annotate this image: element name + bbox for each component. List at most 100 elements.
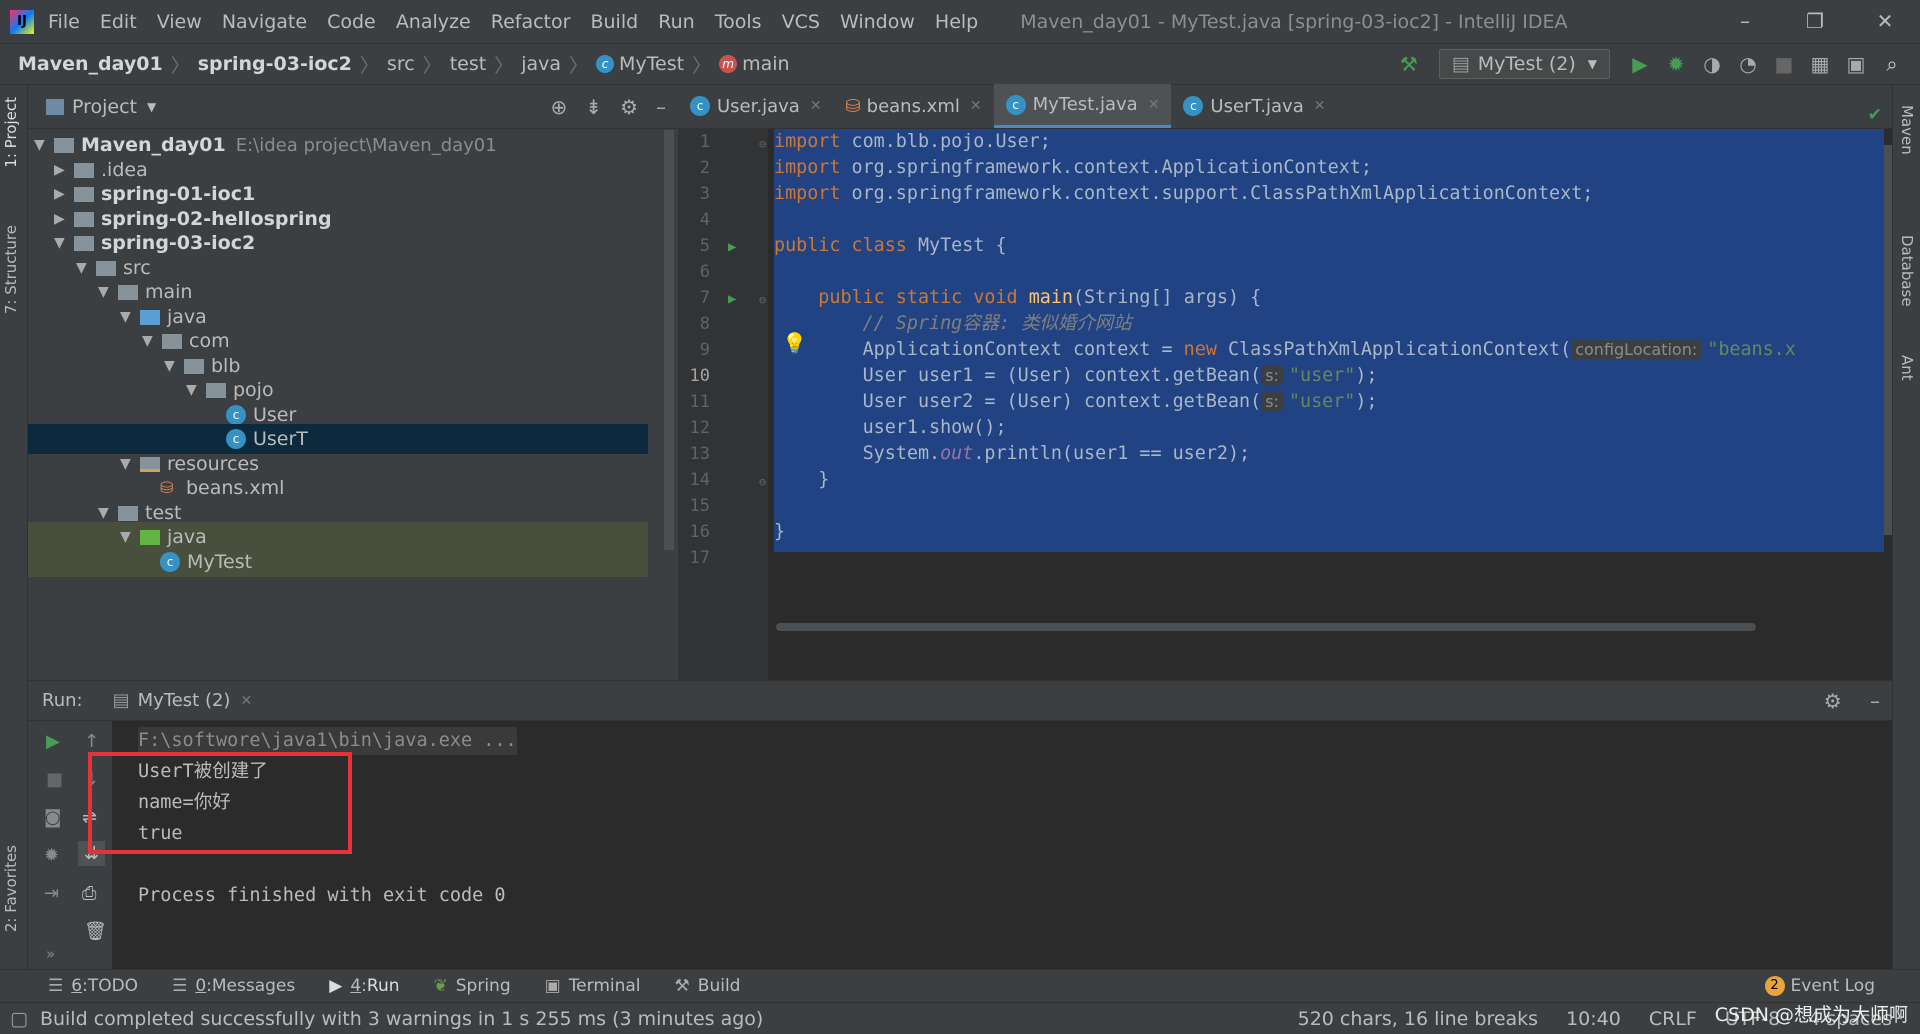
crumb-module[interactable]: spring-03-ioc2 (198, 53, 352, 75)
print-icon[interactable]: ⎙ (82, 883, 96, 904)
minimize-icon[interactable]: – (1710, 0, 1780, 43)
gear-icon[interactable]: ⚙ (620, 95, 638, 119)
menu-help[interactable]: Help (935, 11, 978, 33)
close-tab-icon: ✕ (1147, 96, 1160, 113)
tab-user-java[interactable]: c User.java ✕ (678, 84, 834, 128)
tab-terminal[interactable]: ▣ Terminal (545, 976, 641, 996)
debug-icon[interactable]: ✹ (1661, 52, 1691, 76)
status-chars[interactable]: 520 chars, 16 line breaks (1298, 1008, 1538, 1030)
status-position[interactable]: 10:40 (1566, 1008, 1621, 1030)
sdk-icon[interactable]: ▣ (1841, 52, 1871, 76)
run-config-icon: ▤ (112, 690, 130, 711)
run-icon[interactable]: ▶ (1625, 52, 1655, 76)
tab-favorites[interactable]: 2: Favorites (2, 845, 20, 932)
project-panel-title[interactable]: Project (72, 96, 137, 118)
tab-project[interactable]: 1: Project (2, 97, 20, 168)
menu-navigate[interactable]: Navigate (222, 11, 307, 33)
profile-icon[interactable]: ◔ (1733, 52, 1763, 76)
menu-analyze[interactable]: Analyze (396, 11, 471, 33)
tab-spring[interactable]: ❦ Spring (434, 976, 511, 996)
parameter-hint: s: (1261, 392, 1283, 411)
crumb-method[interactable]: main (742, 53, 789, 75)
close-tab-icon[interactable]: ✕ (240, 693, 252, 709)
menu-vcs[interactable]: VCS (782, 11, 820, 33)
menu-file[interactable]: File (48, 11, 80, 33)
status-line-separator[interactable]: CRLF (1649, 1008, 1697, 1030)
exit-icon[interactable]: ⇥ (44, 883, 59, 904)
terminal-icon: ▣ (544, 976, 561, 996)
run-panel-header: Run: ▤ MyTest (2) ✕ ⚙ – (28, 681, 1892, 721)
collapse-all-icon[interactable]: ⇟ (585, 95, 602, 119)
menu-run[interactable]: Run (658, 11, 694, 33)
highlight-annotation-box (88, 752, 352, 854)
locate-icon[interactable]: ⊕ (551, 95, 568, 119)
debug-icon[interactable]: ✹ (44, 845, 59, 866)
project-scrollbar[interactable] (664, 130, 674, 550)
tab-build[interactable]: ⚒ Build (675, 976, 741, 996)
tab-run[interactable]: ▶ 4: Run (329, 976, 399, 996)
project-panel-header: Project ▼ ⊕ ⇟ ⚙ – (28, 85, 678, 129)
fold-icon[interactable]: ⊖ (759, 475, 766, 489)
run-configuration-select[interactable]: ▤ MyTest (2) ▼ (1438, 49, 1610, 79)
crumb-test[interactable]: test (450, 53, 487, 75)
build-hammer-icon[interactable]: ⚒ (1394, 52, 1424, 76)
parameter-hint: configLocation: (1571, 340, 1702, 359)
status-toggle-icon[interactable]: ▢ (10, 1008, 28, 1030)
rerun-icon[interactable]: ▶ (46, 731, 60, 752)
tab-todo[interactable]: ☰ 6: TODO (48, 976, 138, 996)
tree-item[interactable]: c MyTest (28, 547, 648, 577)
left-tool-strip: 1: Project 7: Structure 2: Favorites (0, 85, 28, 969)
tab-messages[interactable]: ☰ 0: Messages (172, 976, 295, 996)
spring-leaf-icon: ❦ (433, 976, 448, 996)
method-icon: m (719, 55, 738, 73)
menu-edit[interactable]: Edit (100, 11, 137, 33)
restore-icon[interactable]: ❐ (1780, 0, 1850, 43)
chevron-down-icon: ▼ (1587, 57, 1597, 71)
event-log[interactable]: 2 Event Log (1764, 976, 1875, 996)
close-icon[interactable]: ✕ (1850, 0, 1920, 43)
project-structure-icon[interactable]: ▦ (1805, 52, 1835, 76)
close-tab-icon: ✕ (1313, 98, 1326, 114)
trash-icon[interactable]: 🗑 (84, 921, 107, 942)
fold-icon[interactable]: ⊖ (759, 293, 766, 307)
code-area[interactable]: import com.blb.pojo.User; import org.spr… (774, 129, 1892, 680)
camera-icon[interactable]: ◙ (44, 807, 61, 828)
menu-code[interactable]: Code (327, 11, 376, 33)
fold-icon[interactable]: ⊖ (759, 137, 766, 151)
hide-icon[interactable]: – (1870, 689, 1880, 713)
editor-vertical-scrollbar[interactable] (1884, 145, 1892, 535)
tab-mytest-java[interactable]: c MyTest.java ✕ (993, 84, 1172, 128)
menu-window[interactable]: Window (840, 11, 915, 33)
menu-tools[interactable]: Tools (715, 11, 762, 33)
menu-refactor[interactable]: Refactor (491, 11, 571, 33)
hide-icon[interactable]: – (656, 95, 666, 119)
menu-build[interactable]: Build (590, 11, 638, 33)
search-icon[interactable]: ⌕ (1877, 52, 1907, 76)
crumb-project[interactable]: Maven_day01 (18, 53, 163, 75)
right-tool-strip: Maven Database Ant (1892, 85, 1920, 969)
tab-maven[interactable]: Maven (1898, 105, 1916, 155)
tab-beans-xml[interactable]: ⛁ beans.xml ✕ (834, 84, 994, 128)
breadcrumb: Maven_day01 〉 spring-03-ioc2 〉 src 〉 test 〉 … (18, 53, 790, 77)
run-gutter-icon[interactable]: ▶ (728, 291, 736, 307)
crumb-src[interactable]: src (387, 53, 415, 75)
tab-ant[interactable]: Ant (1898, 355, 1916, 381)
editor-horizontal-scrollbar[interactable] (776, 623, 1756, 631)
tab-database[interactable]: Database (1898, 235, 1916, 307)
chevron-down-icon[interactable]: ▼ (147, 100, 156, 114)
crumb-class[interactable]: MyTest (619, 53, 684, 75)
more-icon[interactable]: » (46, 945, 55, 963)
run-gutter-icon[interactable]: ▶ (728, 239, 736, 255)
stop-icon[interactable]: ■ (46, 769, 63, 790)
run-tab[interactable]: ▤ MyTest (2) ✕ (113, 690, 253, 711)
stop-icon[interactable]: ■ (1769, 52, 1799, 76)
lightbulb-icon[interactable]: 💡 (782, 331, 807, 355)
tab-usert-java[interactable]: c UserT.java ✕ (1171, 84, 1337, 128)
coverage-icon[interactable]: ◑ (1697, 52, 1727, 76)
up-arrow-icon[interactable]: ↑ (84, 731, 99, 752)
gear-icon[interactable]: ⚙ (1824, 689, 1842, 713)
menu-view[interactable]: View (157, 11, 202, 33)
class-icon: c (596, 55, 615, 73)
tab-structure[interactable]: 7: Structure (2, 225, 20, 314)
crumb-java[interactable]: java (521, 53, 561, 75)
